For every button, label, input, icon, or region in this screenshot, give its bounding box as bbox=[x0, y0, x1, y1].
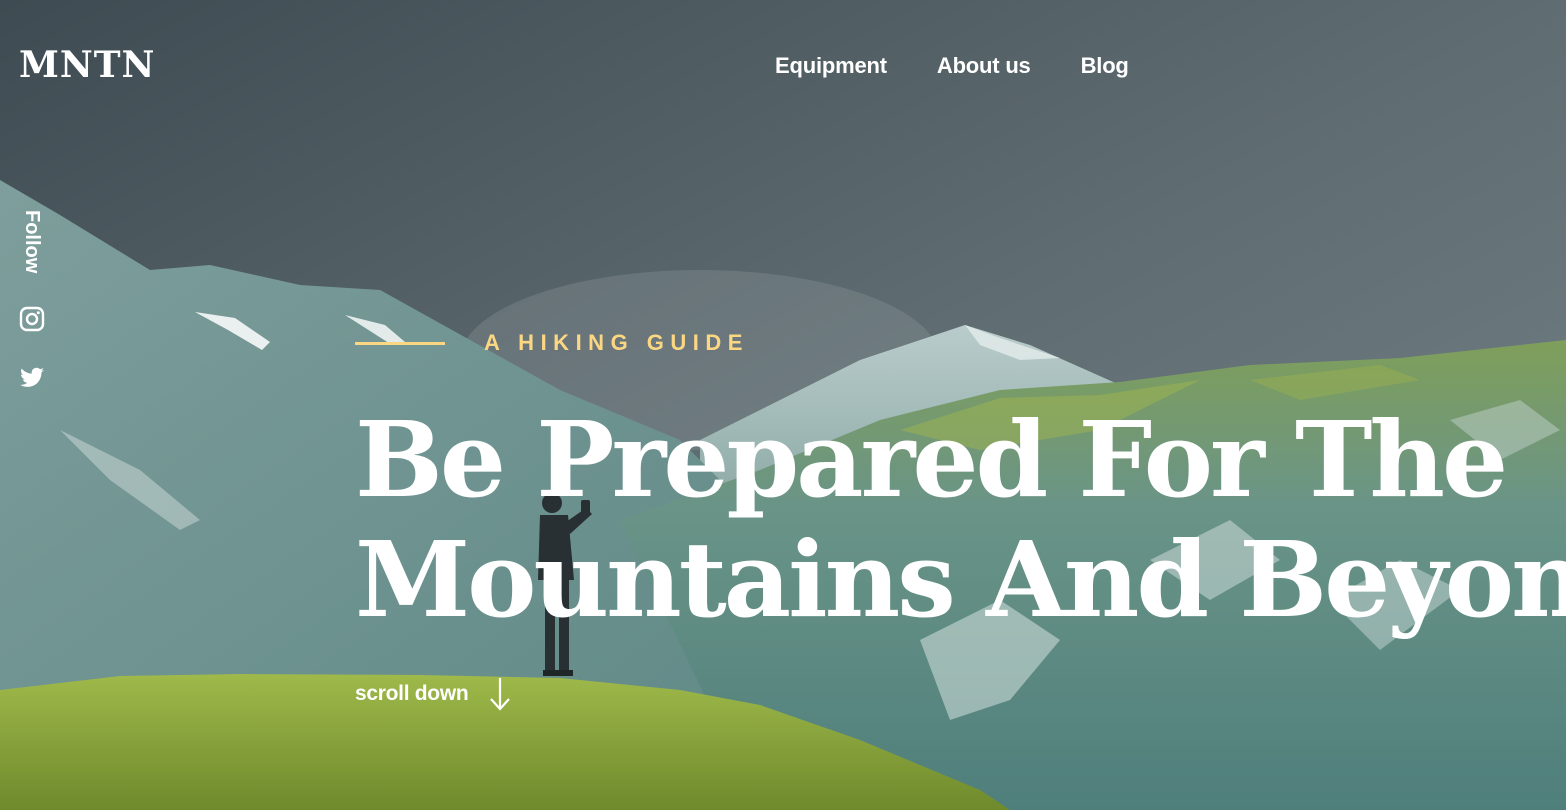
hero-section: MNTN Equipment About us Blog Follow A HI… bbox=[0, 0, 1566, 810]
hero-headline-line-1: Be Prepared For The bbox=[355, 398, 1508, 521]
nav-link-equipment[interactable]: Equipment bbox=[775, 53, 887, 79]
twitter-icon[interactable] bbox=[19, 365, 45, 391]
instagram-icon[interactable] bbox=[19, 306, 45, 332]
nav-link-about-us[interactable]: About us bbox=[937, 53, 1031, 79]
hero-headline-line-2: Mountains And Beyond! bbox=[355, 518, 1566, 641]
hero-eyebrow: A HIKING GUIDE bbox=[484, 330, 749, 355]
scroll-down-link[interactable]: scroll down bbox=[355, 676, 512, 712]
eyebrow-accent-line bbox=[355, 342, 445, 345]
arrow-down-icon bbox=[490, 678, 511, 711]
follow-label: Follow bbox=[21, 210, 43, 274]
main-nav: Equipment About us Blog bbox=[775, 53, 1129, 79]
scroll-down-label: scroll down bbox=[355, 682, 469, 705]
site-logo[interactable]: MNTN bbox=[19, 44, 155, 86]
hero-headline: Be Prepared For The Mountains And Beyond… bbox=[355, 400, 1566, 640]
nav-link-blog[interactable]: Blog bbox=[1081, 53, 1129, 79]
